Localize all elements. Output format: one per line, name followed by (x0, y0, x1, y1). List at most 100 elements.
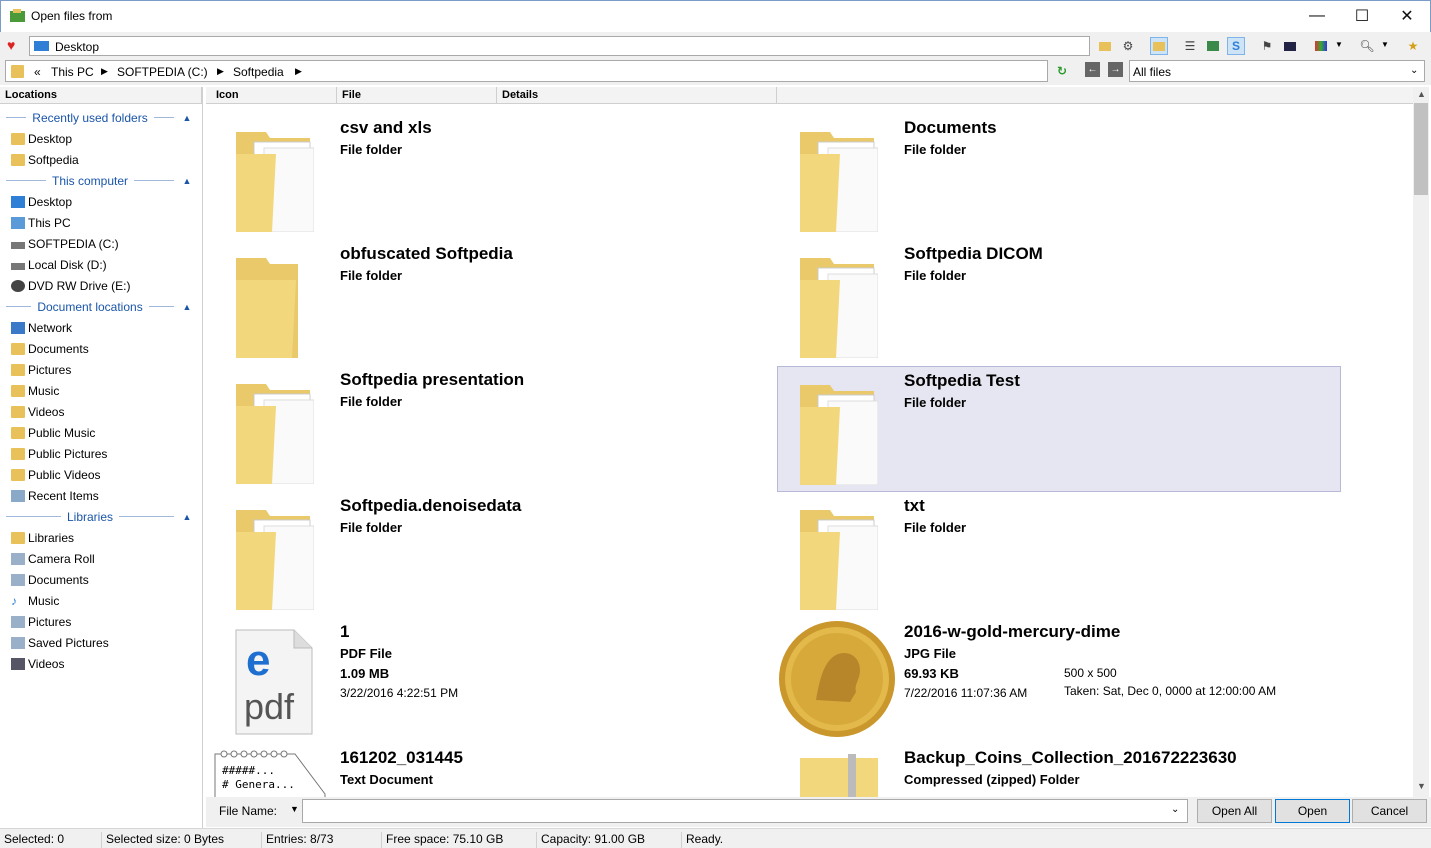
file-filter-select[interactable]: All files ⌄ (1129, 60, 1425, 82)
location-label: Camera Roll (28, 551, 95, 566)
edge-e-icon: e (246, 636, 271, 685)
location-item[interactable]: Public Pictures (0, 443, 202, 464)
file-name-dropdown-icon[interactable]: ▼ (290, 804, 299, 814)
file-name: Backup_Coins_Collection_201672223630 (904, 748, 1237, 767)
flag-icon[interactable]: ⚑ (1258, 37, 1276, 55)
collapse-icon[interactable]: ▲ (180, 113, 194, 123)
folder-thumbnail-icon (798, 250, 879, 359)
back-arrow-icon[interactable]: ← (1085, 62, 1100, 77)
file-item[interactable]: e pdf 1 PDF File 1.09 MB 3/22/2016 4:22:… (214, 618, 778, 744)
search-dropdown-icon[interactable]: ▼ (1381, 40, 1389, 49)
location-item[interactable]: Videos (0, 653, 202, 674)
file-item[interactable]: Backup_Coins_Collection_201672223630 Com… (778, 744, 1342, 797)
file-name: txt (904, 496, 925, 515)
collapse-icon[interactable]: ▲ (180, 512, 194, 522)
location-item[interactable]: Documents (0, 569, 202, 590)
search-icon[interactable]: 🔍︎ (1358, 37, 1376, 55)
file-item[interactable]: Documents File folder (778, 114, 1342, 240)
folder-icon (11, 426, 25, 439)
location-item[interactable]: Libraries (0, 527, 202, 548)
view-folder-icon[interactable] (1150, 37, 1168, 55)
column-icon[interactable]: Icon (211, 87, 337, 104)
new-folder-icon[interactable] (1096, 37, 1114, 55)
close-button[interactable]: ✕ (1384, 1, 1430, 31)
breadcrumb-item-this-pc[interactable]: This PC (51, 65, 94, 79)
location-item[interactable]: This PC (0, 212, 202, 233)
thumbnail-view-icon[interactable] (1204, 37, 1222, 55)
list-view-icon[interactable]: ☰ (1181, 37, 1199, 55)
group-recent[interactable]: Recently used folders ▲ (0, 107, 202, 128)
location-item[interactable]: Softpedia (0, 149, 202, 170)
collapse-icon[interactable]: ▲ (180, 302, 194, 312)
file-item[interactable]: txt File folder (778, 492, 1342, 618)
file-item[interactable]: #####... # Genera... 161202_031445 Text … (214, 744, 778, 797)
file-type: File folder (340, 520, 403, 535)
collapse-icon[interactable]: ▲ (180, 176, 194, 186)
open-button[interactable]: Open (1275, 799, 1350, 823)
location-item[interactable]: Documents (0, 338, 202, 359)
group-computer[interactable]: This computer ▲ (0, 170, 202, 191)
location-item[interactable]: Recent Items (0, 485, 202, 506)
group-documents[interactable]: Document locations ▲ (0, 296, 202, 317)
vertical-scrollbar[interactable]: ▲ ▼ (1413, 87, 1429, 797)
location-item[interactable]: Local Disk (D:) (0, 254, 202, 275)
file-item-selected[interactable]: Softpedia Test File folder (777, 366, 1341, 492)
file-item[interactable]: csv and xls File folder (214, 114, 778, 240)
location-item[interactable]: DVD RW Drive (E:) (0, 275, 202, 296)
palette-dropdown-icon[interactable]: ▼ (1335, 40, 1343, 49)
folder-icon (11, 132, 25, 145)
group-libraries[interactable]: Libraries ▲ (0, 506, 202, 527)
breadcrumb-item-softpedia[interactable]: Softpedia (233, 65, 284, 79)
breadcrumb[interactable]: « This PC ▶ SOFTPEDIA (C:) ▶ Softpedia ▶ (5, 60, 1048, 82)
location-item[interactable]: Music (0, 380, 202, 401)
favorites-heart-icon[interactable]: ♥ (7, 37, 15, 53)
breadcrumb-item-drive[interactable]: SOFTPEDIA (C:) (117, 65, 208, 79)
location-item[interactable]: Public Music (0, 422, 202, 443)
filter-value: All files (1133, 65, 1172, 79)
location-item[interactable]: Desktop (0, 191, 202, 212)
location-label: Pictures (28, 362, 72, 377)
scroll-up-icon[interactable]: ▲ (1417, 89, 1426, 99)
location-item[interactable]: Network (0, 317, 202, 338)
breadcrumb-arrow-icon[interactable]: ▶ (217, 66, 224, 77)
breadcrumb-back-chevron[interactable]: « (34, 65, 41, 79)
file-item[interactable]: Softpedia.denoisedata File folder (214, 492, 778, 618)
column-details[interactable]: Details (497, 87, 777, 104)
cancel-button[interactable]: Cancel (1352, 799, 1427, 823)
breadcrumb-arrow-icon[interactable]: ▶ (295, 66, 302, 77)
network-icon (11, 321, 25, 334)
file-name-input[interactable]: ⌄ (302, 799, 1188, 823)
address-field[interactable]: Desktop (29, 36, 1090, 56)
location-item[interactable]: Saved Pictures (0, 632, 202, 653)
file-name: 2016-w-gold-mercury-dime (904, 622, 1121, 641)
favorite-star-icon[interactable]: ★ (1404, 37, 1422, 55)
file-item[interactable]: obfuscated Softpedia File folder (214, 240, 778, 366)
location-item[interactable]: Desktop (0, 128, 202, 149)
refresh-icon[interactable]: ↻ (1053, 62, 1071, 80)
softpedia-s-icon[interactable]: S (1227, 37, 1245, 55)
file-item[interactable]: 2016-w-gold-mercury-dime JPG File 69.93 … (778, 618, 1342, 744)
location-item[interactable]: Videos (0, 401, 202, 422)
location-item[interactable]: Pictures (0, 359, 202, 380)
scroll-thumb[interactable] (1414, 103, 1428, 195)
music-note-icon: ♪ (11, 593, 17, 608)
location-item[interactable]: Public Videos (0, 464, 202, 485)
settings-gear-icon[interactable]: ⚙ (1119, 37, 1137, 55)
open-all-button[interactable]: Open All (1197, 799, 1272, 823)
file-item[interactable]: Softpedia presentation File folder (214, 366, 778, 492)
maximize-button[interactable]: ☐ (1339, 1, 1385, 31)
location-item[interactable]: ♪ Music (0, 590, 202, 611)
location-item[interactable]: Pictures (0, 611, 202, 632)
column-file[interactable]: File (337, 87, 497, 104)
location-item[interactable]: SOFTPEDIA (C:) (0, 233, 202, 254)
file-item[interactable]: Softpedia DICOM File folder (778, 240, 1342, 366)
monitor-icon[interactable] (1281, 37, 1299, 55)
color-palette-icon[interactable] (1312, 37, 1330, 55)
location-item[interactable]: Camera Roll (0, 548, 202, 569)
file-type: File folder (904, 520, 967, 535)
forward-arrow-icon[interactable]: → (1108, 62, 1123, 77)
app-icon (10, 9, 26, 23)
minimize-button[interactable]: — (1294, 1, 1340, 31)
scroll-down-icon[interactable]: ▼ (1417, 781, 1426, 791)
breadcrumb-arrow-icon[interactable]: ▶ (101, 66, 108, 77)
